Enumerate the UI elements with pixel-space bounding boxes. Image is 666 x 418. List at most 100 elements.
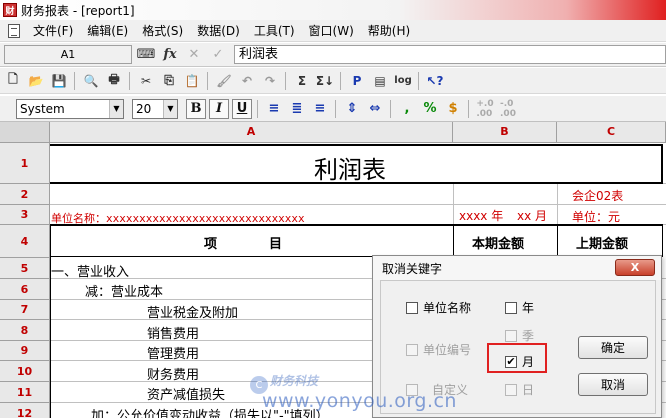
cell-reference[interactable]: A1 — [4, 45, 132, 64]
checkbox-box[interactable] — [505, 383, 517, 396]
horizontal-align-icon[interactable]: ⇔ — [365, 99, 385, 119]
currency-unit[interactable]: 单位：元 — [572, 208, 620, 225]
column-header-b[interactable]: B — [453, 122, 557, 143]
checkbox-box[interactable] — [505, 301, 517, 314]
item-finance-expense[interactable]: 财务费用 — [147, 364, 199, 383]
underline-button[interactable]: U — [232, 98, 252, 119]
increase-decimal-icon[interactable]: +.0.00 — [475, 99, 495, 119]
menu-edit[interactable]: 编辑(E) — [80, 22, 135, 39]
row-header-12[interactable]: 12 — [0, 403, 50, 418]
row-header-11[interactable]: 11 — [0, 382, 50, 403]
item-selling-expense[interactable]: 销售费用 — [147, 323, 199, 342]
month-keyword[interactable]: xx 月 — [517, 207, 547, 224]
menu-format[interactable]: 格式(S) — [135, 22, 190, 39]
italic-button[interactable]: I — [209, 98, 229, 119]
print-icon[interactable]: 🖶 — [104, 71, 124, 91]
currency-icon[interactable]: $ — [443, 99, 463, 119]
align-center-icon[interactable]: ≣ — [287, 99, 307, 119]
row-header-8[interactable]: 8 — [0, 320, 50, 341]
year-keyword[interactable]: xxxx 年 — [459, 207, 503, 224]
close-icon[interactable]: X — [615, 259, 655, 276]
menu-window[interactable]: 窗口(W) — [302, 22, 361, 39]
vertical-align-icon[interactable]: ⇕ — [342, 99, 362, 119]
new-file-icon[interactable]: 🗋 — [3, 71, 23, 91]
align-left-icon[interactable]: ≡ — [264, 99, 284, 119]
checkbox-box[interactable] — [505, 329, 517, 342]
cancel-button[interactable]: 取消 — [578, 373, 648, 396]
header-previous-amount[interactable]: 上期金额 — [576, 233, 628, 252]
report-title[interactable]: 利润表 — [314, 150, 386, 185]
item-impairment-loss[interactable]: 资产减值损失 — [147, 384, 225, 403]
row-header-2[interactable]: 2 — [0, 184, 50, 205]
percent-icon[interactable]: % — [420, 99, 440, 119]
page-setup-icon[interactable]: ▤ — [370, 71, 390, 91]
row-header-10[interactable]: 10 — [0, 361, 50, 382]
header-item[interactable]: 项 目 — [204, 233, 282, 252]
help-pointer-icon[interactable]: ↖? — [425, 71, 445, 91]
font-select[interactable]: System ▼ — [16, 98, 124, 119]
row-header-1[interactable]: 1 — [0, 143, 50, 184]
comma-style-icon[interactable]: , — [397, 99, 417, 119]
cancel-edit-icon[interactable]: ✕ — [184, 46, 204, 64]
window-title: 财务报表 - [report1] — [21, 3, 135, 18]
keyboard-icon[interactable]: ⌨ — [136, 46, 156, 64]
form-code[interactable]: 会企02表 — [572, 187, 623, 204]
menu-tools[interactable]: 工具(T) — [247, 22, 302, 39]
chevron-down-icon: ▼ — [163, 99, 177, 118]
unit-name-keyword[interactable]: 单位名称：xxxxxxxxxxxxxxxxxxxxxxxxxxxxxx — [51, 210, 305, 226]
confirm-edit-icon[interactable]: ✓ — [208, 46, 228, 64]
standard-toolbar: 🗋 📂 💾 🔍 🖶 ✂ ⎘ 📋 🖌 ↶ ↷ Σ Σ↓ P ▤ log ↖? — [0, 68, 666, 94]
header-current-amount[interactable]: 本期金额 — [472, 233, 524, 252]
properties-icon[interactable]: P — [347, 71, 367, 91]
formula-input[interactable]: 利润表 — [234, 45, 666, 64]
row-header-7[interactable]: 7 — [0, 300, 50, 320]
copy-icon[interactable]: ⎘ — [159, 71, 179, 91]
item-admin-expense[interactable]: 管理费用 — [147, 343, 199, 362]
document-icon[interactable] — [8, 23, 20, 38]
column-header-a[interactable]: A — [50, 122, 453, 143]
ok-button[interactable]: 确定 — [578, 336, 648, 359]
decrease-decimal-icon[interactable]: -.0.00 — [498, 99, 518, 119]
item-tax[interactable]: 营业税金及附加 — [147, 302, 238, 321]
log-icon[interactable]: log — [393, 71, 413, 91]
undo-icon[interactable]: ↶ — [237, 71, 257, 91]
open-folder-icon[interactable]: 📂 — [26, 71, 46, 91]
row-header-5[interactable]: 5 — [0, 258, 50, 279]
row-header-6[interactable]: 6 — [0, 279, 50, 300]
bold-button[interactable]: B — [186, 98, 206, 119]
item-revenue[interactable]: 一、营业收入 — [51, 261, 129, 280]
checkbox-box[interactable] — [406, 301, 418, 314]
save-icon[interactable]: 💾 — [49, 71, 69, 91]
checkbox-year[interactable]: 年 — [505, 299, 534, 316]
menu-file[interactable]: 文件(F) — [26, 22, 80, 39]
paste-icon[interactable]: 📋 — [182, 71, 202, 91]
row-header-9[interactable]: 9 — [0, 341, 50, 361]
checkbox-unit-name[interactable]: 单位名称 — [406, 299, 471, 316]
row-header-4[interactable]: 4 — [0, 225, 50, 258]
row-header-3[interactable]: 3 — [0, 205, 50, 225]
title-bar: 财 财务报表 - [report1] — [0, 0, 666, 20]
select-all-corner[interactable] — [0, 122, 50, 143]
finance-app-icon: 财 — [3, 3, 17, 17]
checkbox-label: 单位编号 — [423, 343, 472, 357]
cut-icon[interactable]: ✂ — [136, 71, 156, 91]
checkbox-day[interactable]: 日 — [505, 381, 534, 398]
function-icon[interactable]: fx — [160, 46, 180, 64]
item-cost[interactable]: 减：营业成本 — [85, 281, 163, 300]
font-size-value: 20 — [136, 101, 152, 116]
watermark-brand: 财务科技 — [270, 374, 319, 388]
auto-sum-icon[interactable]: Σ↓ — [315, 71, 335, 91]
sum-icon[interactable]: Σ — [292, 71, 312, 91]
checkbox-quarter[interactable]: 季 — [505, 327, 534, 344]
column-header-c[interactable]: C — [557, 122, 666, 143]
menu-data[interactable]: 数据(D) — [190, 22, 247, 39]
checkbox-unit-code[interactable]: 单位编号 — [406, 341, 471, 358]
menu-help[interactable]: 帮助(H) — [361, 22, 417, 39]
format-painter-icon[interactable]: 🖌 — [214, 71, 234, 91]
redo-icon[interactable]: ↷ — [260, 71, 280, 91]
print-preview-icon[interactable]: 🔍 — [81, 71, 101, 91]
align-right-icon[interactable]: ≡ — [310, 99, 330, 119]
checkbox-label: 单位名称 — [423, 301, 472, 315]
checkbox-box[interactable] — [406, 343, 418, 356]
font-size-select[interactable]: 20 ▼ — [132, 98, 178, 119]
